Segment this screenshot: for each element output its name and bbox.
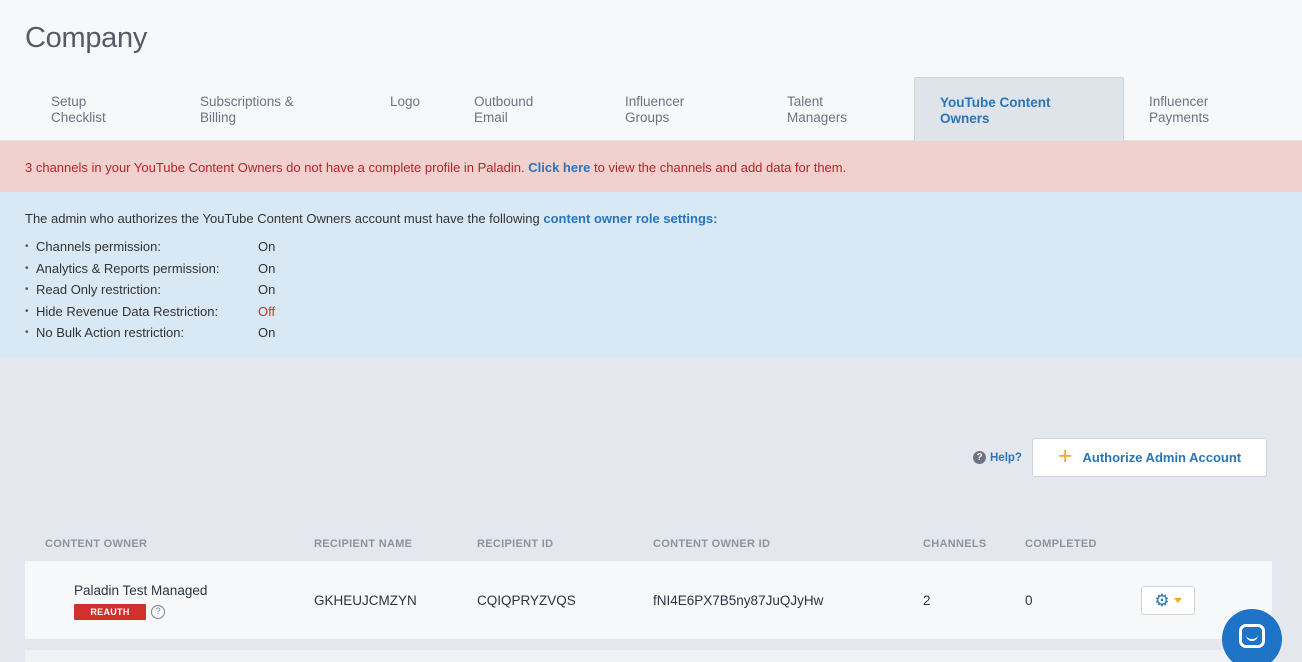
tab-talent-managers[interactable]: Talent Managers — [787, 77, 867, 141]
column-header-recipient-id: RECIPIENT ID — [477, 538, 554, 550]
content-owner-id: fNI4E6PX7B5ny87JuQJyHw — [653, 593, 824, 608]
tab-influencer-groups[interactable]: Influencer Groups — [625, 77, 705, 141]
permission-value: On — [258, 239, 276, 254]
column-header-completed: COMPLETED — [1025, 538, 1097, 550]
column-header-recipient-name: RECIPIENT NAME — [314, 538, 413, 550]
incomplete-profile-alert: 3 channels in your YouTube Content Owner… — [0, 141, 1302, 192]
table-row: Paladin Test Managed REAUTH ? GKHEUJCMZY… — [25, 561, 1272, 639]
permission-item: Analytics & Reports permission:On — [25, 258, 1302, 280]
role-settings-lead: The admin who authorizes the YouTube Con… — [25, 211, 718, 226]
page-header: Company Setup Checklist Subscriptions & … — [0, 0, 1302, 141]
row-settings-dropdown[interactable]: ⚙ — [1141, 586, 1195, 615]
content-owner-role-settings-link[interactable]: content owner role settings: — [543, 211, 717, 226]
question-circle-icon[interactable]: ? — [151, 605, 165, 619]
tab-subscriptions-billing[interactable]: Subscriptions & Billing — [200, 77, 320, 141]
permission-value: Off — [258, 303, 276, 319]
help-link[interactable]: ? Help? — [973, 451, 1022, 464]
permission-value: On — [258, 260, 276, 276]
permission-value: On — [258, 325, 276, 340]
column-header-channels: CHANNELS — [923, 538, 987, 550]
table-row — [25, 650, 1272, 662]
tab-influencer-payments[interactable]: Influencer Payments — [1149, 77, 1229, 141]
tab-logo[interactable]: Logo — [390, 77, 450, 141]
channels-count: 2 — [923, 593, 931, 608]
alert-text-suffix: to view the channels and add data for th… — [590, 160, 847, 175]
authorize-admin-account-button[interactable]: + Authorize Admin Account — [1032, 438, 1267, 477]
question-circle-icon: ? — [973, 451, 986, 464]
tab-outbound-email[interactable]: Outbound Email — [474, 77, 554, 141]
tab-youtube-content-owners[interactable]: YouTube Content Owners — [914, 77, 1124, 141]
recipient-name: GKHEUJCMZYN — [314, 593, 417, 608]
permission-item: No Bulk Action restriction:On — [25, 322, 1302, 344]
reauth-badge[interactable]: REAUTH — [74, 604, 146, 620]
help-label: Help? — [990, 451, 1022, 464]
table-header: CONTENT OWNER RECIPIENT NAME RECIPIENT I… — [0, 538, 1302, 552]
recipient-id: CQIQPRYZVQS — [477, 593, 576, 608]
permission-item: Read Only restriction:On — [25, 279, 1302, 301]
chat-launcher-button[interactable] — [1222, 609, 1282, 662]
alert-text-prefix: 3 channels in your YouTube Content Owner… — [25, 160, 529, 175]
chat-icon — [1239, 624, 1265, 648]
role-settings-info: The admin who authorizes the YouTube Con… — [0, 192, 1302, 358]
caret-down-icon — [1173, 598, 1182, 603]
tab-setup-checklist[interactable]: Setup Checklist — [51, 77, 131, 141]
content-owner-name: Paladin Test Managed — [74, 583, 208, 598]
column-header-content-owner-id: CONTENT OWNER ID — [653, 538, 771, 550]
completed-count: 0 — [1025, 593, 1033, 608]
permission-list: Channels permission:On Analytics & Repor… — [25, 236, 1302, 344]
permission-value: On — [258, 282, 276, 297]
column-header-content-owner: CONTENT OWNER — [45, 538, 148, 550]
settings-tabs: Setup Checklist Subscriptions & Billing … — [0, 77, 1302, 141]
permission-item: Hide Revenue Data Restriction:Off — [25, 301, 1302, 323]
click-here-link[interactable]: Click here — [528, 160, 590, 175]
authorize-label: Authorize Admin Account — [1082, 450, 1242, 465]
page-title: Company — [25, 22, 148, 54]
permission-item: Channels permission:On — [25, 236, 1302, 258]
plus-icon: + — [1057, 441, 1073, 470]
gear-icon: ⚙ — [1154, 591, 1170, 610]
